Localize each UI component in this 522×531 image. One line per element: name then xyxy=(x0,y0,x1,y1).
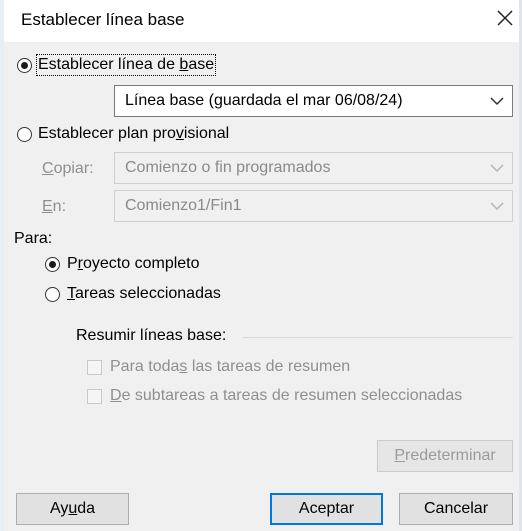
into-select[interactable]: Comienzo1/Fin1 xyxy=(114,190,513,222)
selected-tasks-label[interactable]: Tareas seleccionadas xyxy=(67,285,221,303)
dialog-titlebar: Establecer línea base xyxy=(4,0,519,42)
chevron-down-icon xyxy=(490,97,504,106)
set-baseline-radio[interactable] xyxy=(17,58,32,73)
all-summary-checkbox[interactable] xyxy=(87,360,102,375)
for-label: Para: xyxy=(14,230,53,247)
chevron-down-icon xyxy=(490,202,504,211)
set-baseline-label[interactable]: Establecer línea de base xyxy=(35,54,217,76)
cancel-button[interactable]: Cancelar xyxy=(399,493,513,525)
dialog-title: Establecer línea base xyxy=(21,10,185,29)
into-select-value: Comienzo1/Fin1 xyxy=(125,197,242,214)
copy-select-value: Comienzo o fin programados xyxy=(125,159,331,176)
entire-project-radio[interactable] xyxy=(45,257,60,272)
copy-label: Copiar: xyxy=(42,160,94,177)
all-summary-label[interactable]: Para todas las tareas de resumen xyxy=(110,358,350,376)
baseline-select[interactable]: Línea base (guardada el mar 06/08/24) xyxy=(114,85,513,117)
set-interim-label[interactable]: Establecer plan provisional xyxy=(38,125,229,143)
rollup-separator xyxy=(243,337,513,338)
chevron-down-icon xyxy=(490,164,504,173)
set-as-default-button[interactable]: Predeterminar xyxy=(377,440,513,472)
close-icon[interactable] xyxy=(493,6,517,30)
into-label: En: xyxy=(42,198,67,215)
rollup-heading: Resumir líneas base: xyxy=(76,327,227,344)
baseline-select-value: Línea base (guardada el mar 06/08/24) xyxy=(125,92,403,109)
set-interim-radio[interactable] xyxy=(17,127,32,142)
copy-select[interactable]: Comienzo o fin programados xyxy=(114,152,513,184)
subtasks-label[interactable]: De subtareas a tareas de resumen selecci… xyxy=(110,387,462,405)
ok-button[interactable]: Aceptar xyxy=(270,493,383,525)
entire-project-label[interactable]: Proyecto completo xyxy=(67,255,200,273)
subtasks-checkbox[interactable] xyxy=(87,389,102,404)
selected-tasks-radio[interactable] xyxy=(45,287,60,302)
help-button[interactable]: Ayuda xyxy=(16,493,129,525)
